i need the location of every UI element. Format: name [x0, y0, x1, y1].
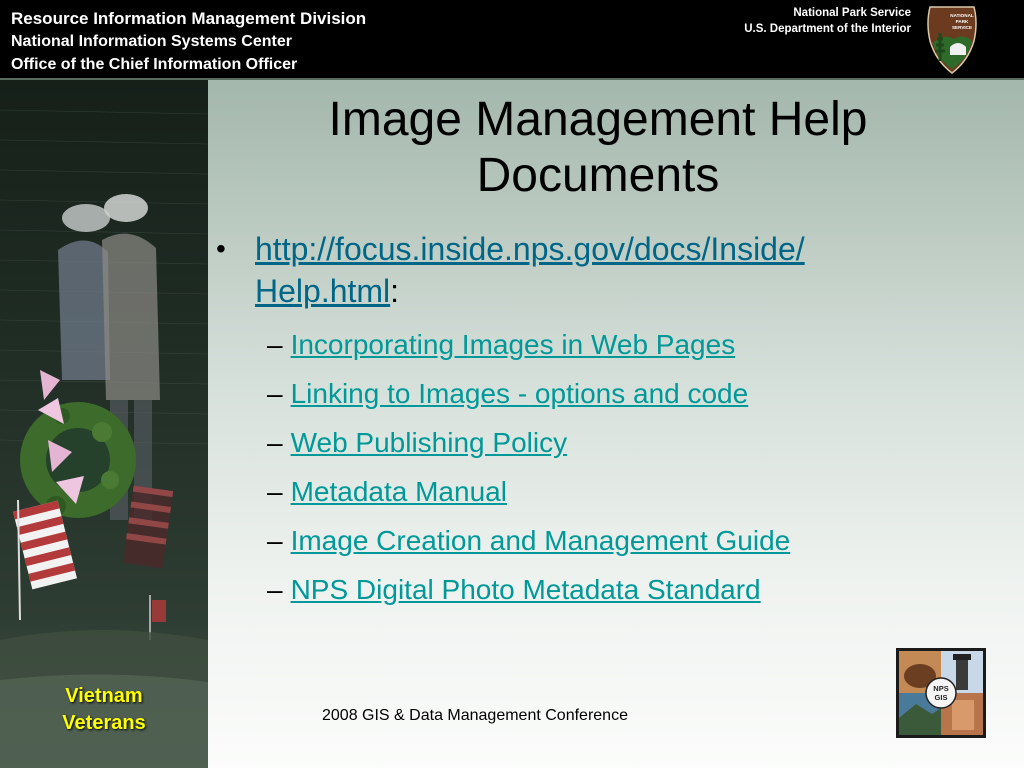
agency-name: National Park Service — [793, 7, 911, 19]
main-bullet: • http://focus.inside.nps.gov/docs/Insid… — [216, 228, 996, 312]
slide: Resource Information Management Division… — [0, 0, 1024, 768]
slide-title: Image Management Help Documents — [208, 92, 988, 204]
sub-bullet-list: – Incorporating Images in Web Pages – Link… — [216, 320, 996, 614]
link-incorporating-images[interactable]: Incorporating Images in Web Pages — [291, 329, 736, 360]
conference-footer: 2008 GIS & Data Management Conference — [322, 707, 628, 724]
title-line-1: Image Management Help — [328, 93, 868, 146]
dash-icon: – — [267, 574, 283, 605]
list-item: – Web Publishing Policy — [267, 418, 996, 467]
office-title: Office of the Chief Information Officer — [11, 56, 298, 73]
svg-text:NPS: NPS — [933, 684, 948, 693]
bullet-dot-icon: • — [216, 233, 226, 264]
link-linking-images[interactable]: Linking to Images - options and code — [291, 378, 749, 409]
help-docs-link[interactable]: http://focus.inside.nps.gov/docs/Inside/… — [255, 231, 805, 309]
link-web-publishing-policy[interactable]: Web Publishing Policy — [291, 427, 568, 458]
center-title: National Information Systems Center — [11, 33, 292, 50]
svg-text:SERVICE: SERVICE — [952, 25, 972, 30]
svg-text:NATIONAL: NATIONAL — [950, 13, 974, 18]
title-line-2: Documents — [476, 149, 720, 202]
vietnam-memorial-photo: Vietnam Veterans — [0, 80, 208, 768]
department-name: U.S. Department of the Interior — [744, 23, 911, 35]
help-link-part-2: Help.html — [255, 273, 391, 309]
dash-icon: – — [267, 525, 283, 556]
division-title: Resource Information Management Division — [11, 9, 367, 28]
list-item: – NPS Digital Photo Metadata Standard — [267, 565, 996, 614]
nps-arrowhead-logo-icon: NATIONAL PARK SERVICE — [924, 3, 980, 75]
header-bar: Resource Information Management Division… — [0, 0, 1024, 78]
svg-text:PARK: PARK — [956, 19, 969, 24]
caption-line-1: Vietnam — [65, 685, 143, 707]
bullet-list: • http://focus.inside.nps.gov/docs/Insid… — [216, 228, 996, 614]
list-item: – Linking to Images - options and code — [267, 369, 996, 418]
link-image-creation-guide[interactable]: Image Creation and Management Guide — [291, 525, 791, 556]
dash-icon: – — [267, 476, 283, 507]
help-link-part-1: http://focus.inside.nps.gov/docs/Inside/ — [255, 231, 805, 267]
list-item: – Incorporating Images in Web Pages — [267, 320, 996, 369]
dash-icon: – — [267, 329, 283, 360]
photo-caption: Vietnam Veterans — [0, 683, 208, 737]
main-bullet-colon: : — [390, 273, 400, 309]
dash-icon: – — [267, 378, 283, 409]
list-item: – Image Creation and Management Guide — [267, 516, 996, 565]
svg-text:GIS: GIS — [935, 693, 948, 702]
list-item: – Metadata Manual — [267, 467, 996, 516]
nps-gis-logo-icon: NPS GIS — [896, 648, 986, 738]
caption-line-2: Veterans — [62, 712, 146, 734]
link-photo-metadata-standard[interactable]: NPS Digital Photo Metadata Standard — [291, 574, 761, 605]
dash-icon: – — [267, 427, 283, 458]
link-metadata-manual[interactable]: Metadata Manual — [291, 476, 507, 507]
